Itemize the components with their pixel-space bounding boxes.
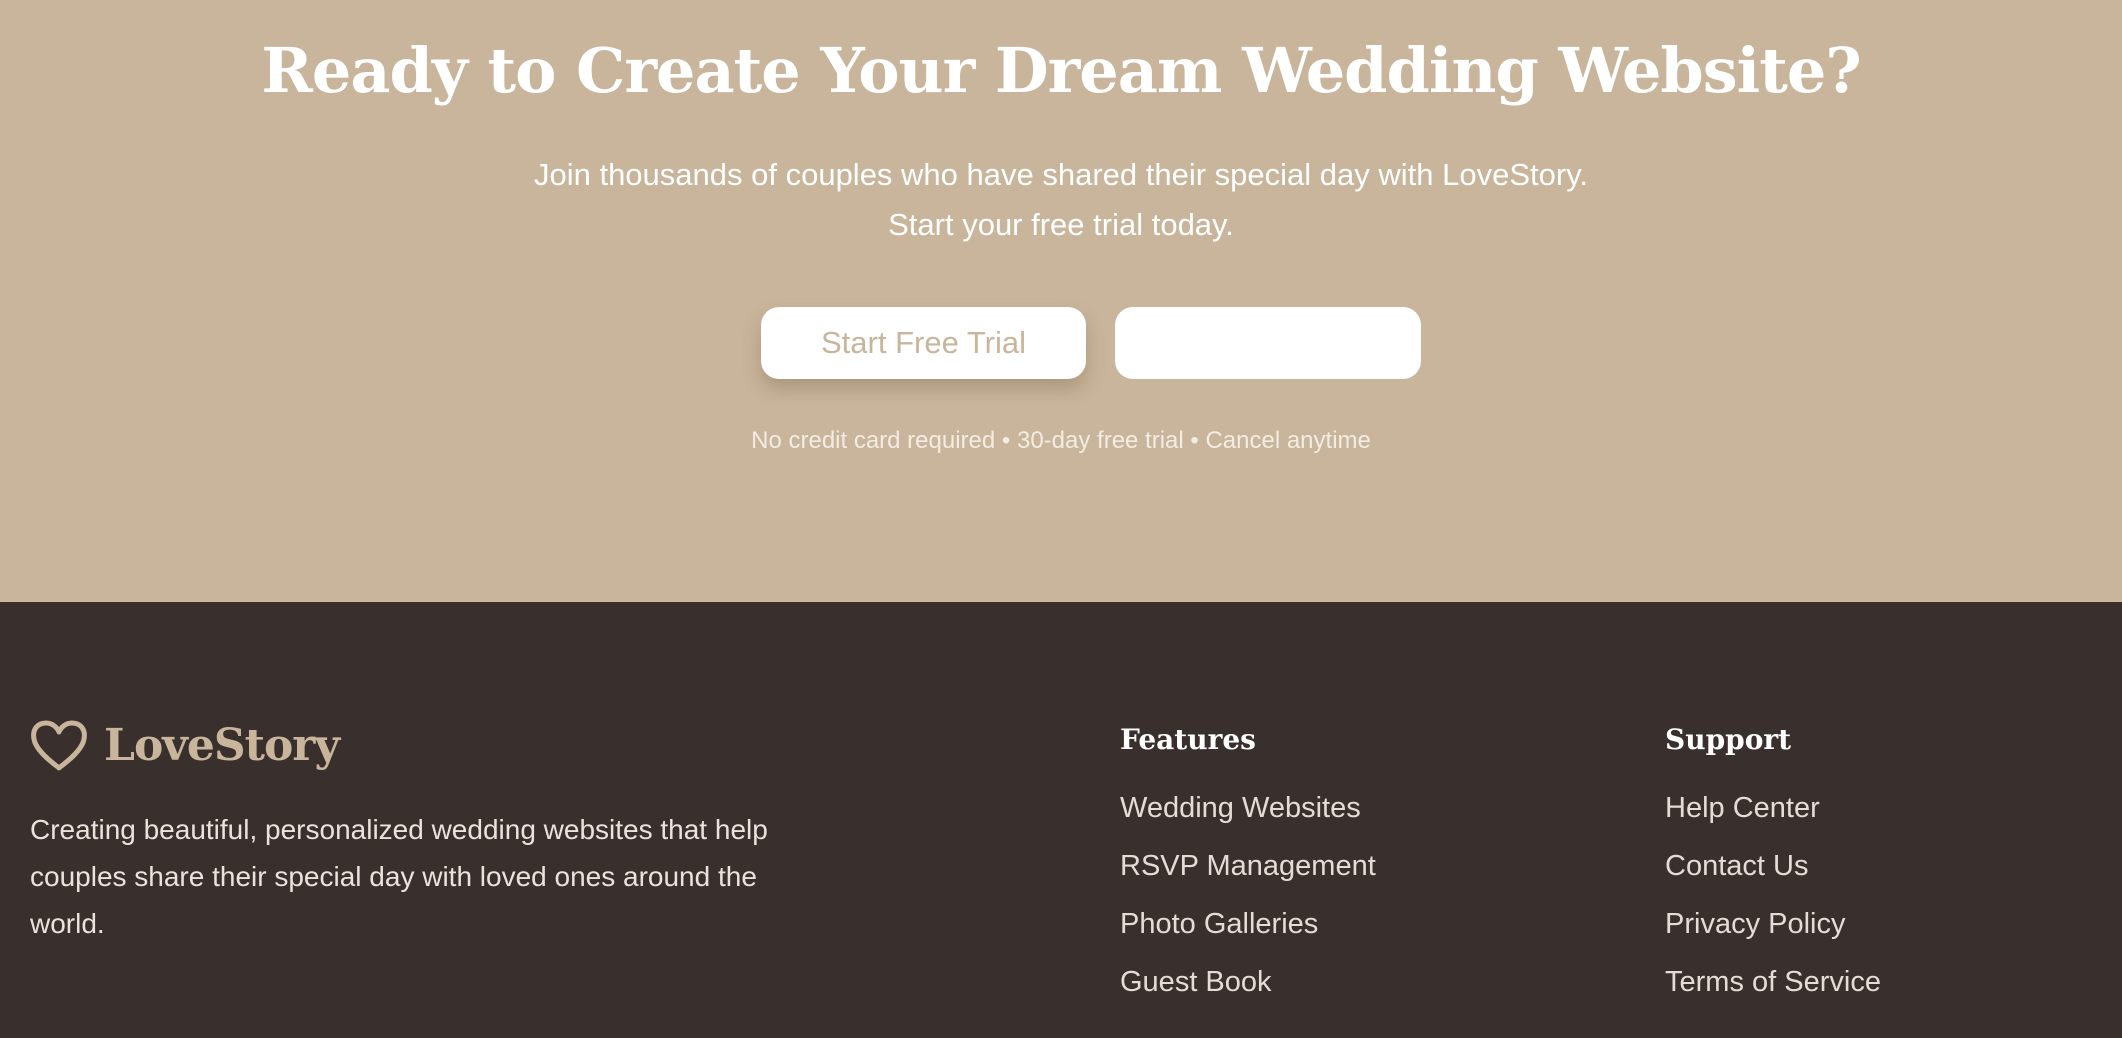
footer-link-wedding-websites[interactable]: Wedding Websites <box>1120 788 1376 828</box>
footer-link-terms-of-service[interactable]: Terms of Service <box>1665 962 1881 1002</box>
footer-description: Creating beautiful, personalized wedding… <box>30 814 768 939</box>
footer-column-support: Support Help Center Contact Us Privacy P… <box>1665 718 1881 1020</box>
footer-column-features: Features Wedding Websites RSVP Managemen… <box>1120 718 1376 1020</box>
footer-link-photo-galleries[interactable]: Photo Galleries <box>1120 904 1376 944</box>
footer-link-guest-book[interactable]: Guest Book <box>1120 962 1376 1002</box>
cta-title: Ready to Create Your Dream Wedding Websi… <box>261 34 1861 107</box>
footer-link-rsvp-management[interactable]: RSVP Management <box>1120 846 1376 886</box>
cta-note: No credit card required • 30-day free tr… <box>751 427 1371 454</box>
start-free-trial-button[interactable]: Start Free Trial <box>761 307 1086 379</box>
footer-link-contact-us[interactable]: Contact Us <box>1665 846 1881 886</box>
footer-link-list: Wedding Websites RSVP Management Photo G… <box>1120 788 1376 1002</box>
site-footer: LoveStory Creating beautiful, personaliz… <box>0 602 2122 1038</box>
cta-section: Ready to Create Your Dream Wedding Websi… <box>0 0 2122 602</box>
footer-link-privacy-policy[interactable]: Privacy Policy <box>1665 904 1881 944</box>
footer-link-help-center[interactable]: Help Center <box>1665 788 1881 828</box>
footer-brand[interactable]: LoveStory <box>30 716 340 776</box>
secondary-cta-button[interactable] <box>1115 307 1421 379</box>
footer-column-title: Features <box>1120 723 1256 756</box>
heart-outline-icon <box>30 719 88 773</box>
footer-link-list: Help Center Contact Us Privacy Policy Te… <box>1665 788 1881 1002</box>
cta-subtitle: Join thousands of couples who have share… <box>533 157 1589 242</box>
footer-brand-name: LoveStory <box>104 720 340 771</box>
footer-column-title: Support <box>1665 723 1792 756</box>
